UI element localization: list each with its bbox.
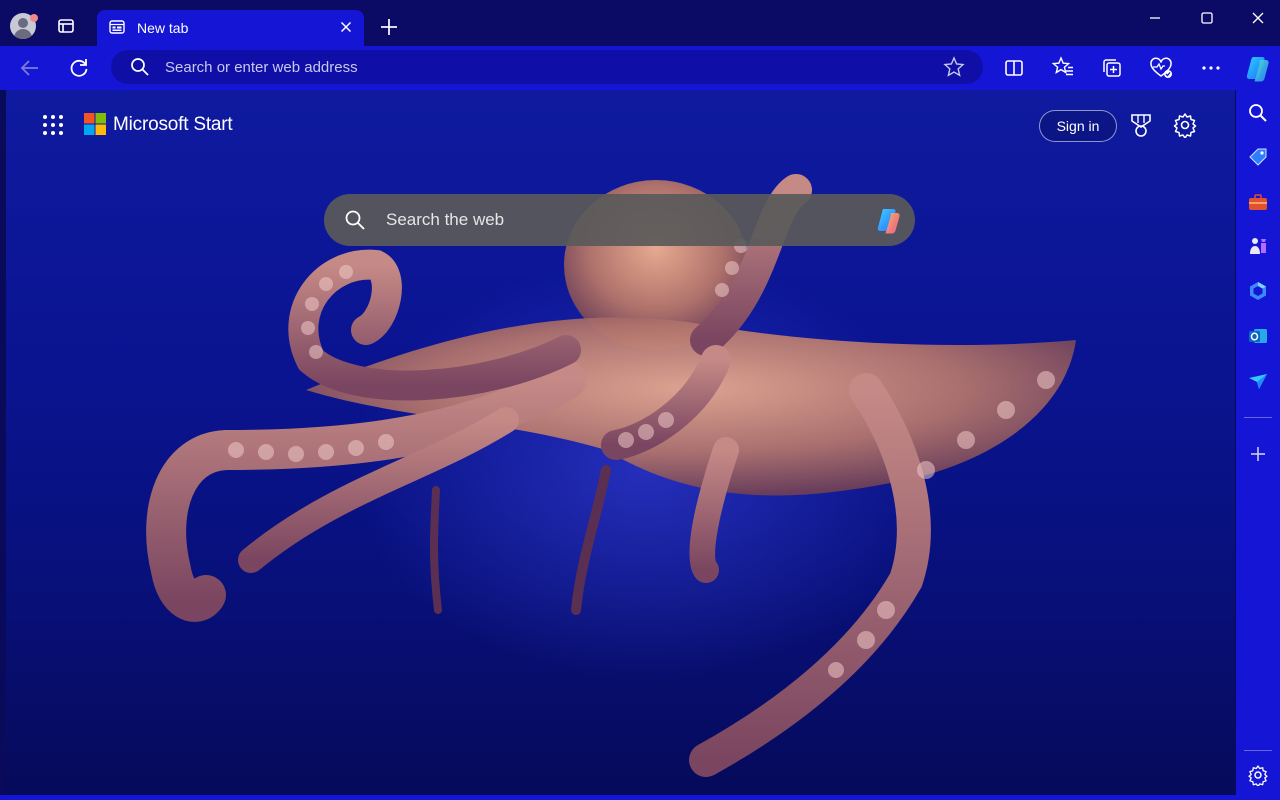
tab-actions-icon[interactable]: [52, 12, 80, 40]
shopping-tag-icon[interactable]: [1247, 146, 1269, 168]
microsoft-365-icon[interactable]: [1247, 280, 1269, 302]
close-icon[interactable]: [338, 19, 354, 35]
drop-icon[interactable]: [1247, 370, 1269, 392]
settings-icon[interactable]: [1172, 112, 1198, 139]
new-tab-page-icon: [109, 19, 125, 35]
maximize-icon[interactable]: [1195, 10, 1219, 30]
window-frame: [0, 795, 1236, 800]
tab-title: New tab: [137, 20, 189, 36]
notification-dot: [30, 14, 38, 22]
refresh-icon[interactable]: [66, 55, 92, 81]
favorites-icon[interactable]: [1050, 55, 1076, 81]
app-launcher-icon[interactable]: [42, 114, 64, 136]
new-tab-page: Microsoft Start Sign in Search the web: [6, 90, 1235, 795]
star-icon[interactable]: [943, 56, 965, 78]
title-bar: New tab: [0, 0, 1280, 46]
close-window-icon[interactable]: [1246, 10, 1270, 30]
web-search-box[interactable]: Search the web: [324, 194, 915, 246]
address-bar[interactable]: Search or enter web address: [111, 50, 983, 84]
games-icon[interactable]: [1247, 235, 1269, 257]
sidebar-divider: [1244, 417, 1272, 418]
collections-icon[interactable]: [1099, 55, 1125, 81]
search-icon[interactable]: [1247, 102, 1269, 124]
search-placeholder: Search the web: [386, 210, 505, 229]
more-icon[interactable]: [1198, 55, 1224, 81]
copilot-icon[interactable]: [873, 204, 905, 236]
sidebar-settings-icon[interactable]: [1247, 764, 1269, 788]
tab-new-tab[interactable]: New tab: [97, 10, 364, 46]
toolbar: Search or enter web address: [0, 46, 1280, 90]
copilot-icon[interactable]: [1244, 53, 1274, 83]
microsoft-logo: [84, 113, 106, 135]
minimize-icon[interactable]: [1143, 10, 1167, 30]
back-arrow-icon[interactable]: [17, 55, 43, 81]
heart-pulse-icon[interactable]: [1148, 55, 1174, 81]
address-placeholder: Search or enter web address: [165, 59, 358, 76]
sign-in-button[interactable]: Sign in: [1039, 110, 1117, 142]
brand-name[interactable]: Microsoft Start: [113, 114, 233, 136]
sidebar-divider: [1244, 750, 1272, 751]
edge-sidebar: [1236, 90, 1280, 800]
rewards-icon[interactable]: [1128, 112, 1154, 138]
split-screen-icon[interactable]: [1001, 55, 1027, 81]
search-icon: [344, 209, 366, 231]
tools-icon[interactable]: [1247, 191, 1269, 213]
outlook-icon[interactable]: [1247, 325, 1269, 347]
search-icon: [129, 56, 151, 78]
plus-icon[interactable]: [378, 16, 400, 38]
add-icon[interactable]: [1247, 443, 1269, 465]
